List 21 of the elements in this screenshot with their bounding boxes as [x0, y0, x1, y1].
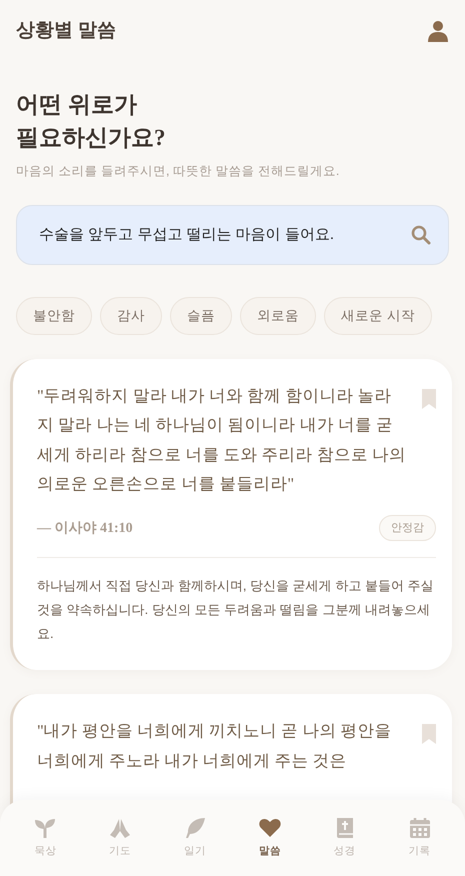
heading: 필요하신가요?	[16, 124, 166, 152]
nav-tab[interactable]: 말씀	[240, 816, 300, 860]
topic-chip[interactable]: 슬픔	[170, 296, 232, 335]
topic-chip[interactable]: 불안함	[16, 296, 92, 335]
heading: 어떤 위로가	[16, 91, 138, 119]
topic-chip[interactable]: 감사	[100, 296, 162, 335]
search-field[interactable]: 수술을 앞두고 무섭고 떨리는 마음이 들어요.	[16, 204, 449, 265]
profile-icon[interactable]	[427, 20, 449, 42]
verse-quote: "두려워하지 말라 내가 너와 함께 함이니라 놀라지 말라 나는 네 하나님이 됨이니라 내가 너를 굳세게 하리라 참으로 너를 도와 주리라 참으로 나의 의로운 오른손으로 너를 붙들리라"	[37, 384, 406, 496]
search-icon[interactable]	[411, 224, 431, 245]
app-title: 상황별 말씀	[16, 18, 116, 43]
mood-tag: 안정감	[379, 514, 436, 542]
topic-chip[interactable]: 새로운 시작	[324, 296, 432, 335]
verse-note: 하나님께서 직접 당신과 함께하시며, 당신을 굳세게 하고 붙들어 주실 것을 약속하십니다. 당신의 모든 두려움과 떨림을 그분께 내려놓으세요.	[37, 577, 435, 644]
feather-icon	[183, 816, 208, 840]
subtitle: 마음의 소리를 들려주시면, 따뜻한 말씀을 전해드릴게요.	[16, 163, 340, 180]
verse-reference: — 이사야 41:10	[37, 520, 133, 538]
calendar-icon	[408, 816, 432, 840]
topic-chip[interactable]: 외로움	[240, 296, 316, 335]
sprout-icon	[33, 816, 58, 840]
verse-quote: "내가 평안을 너희에게 끼치노니 곧 나의 평안을 너희에게 주노라 내가 너희에게 주는 것은	[37, 720, 392, 772]
